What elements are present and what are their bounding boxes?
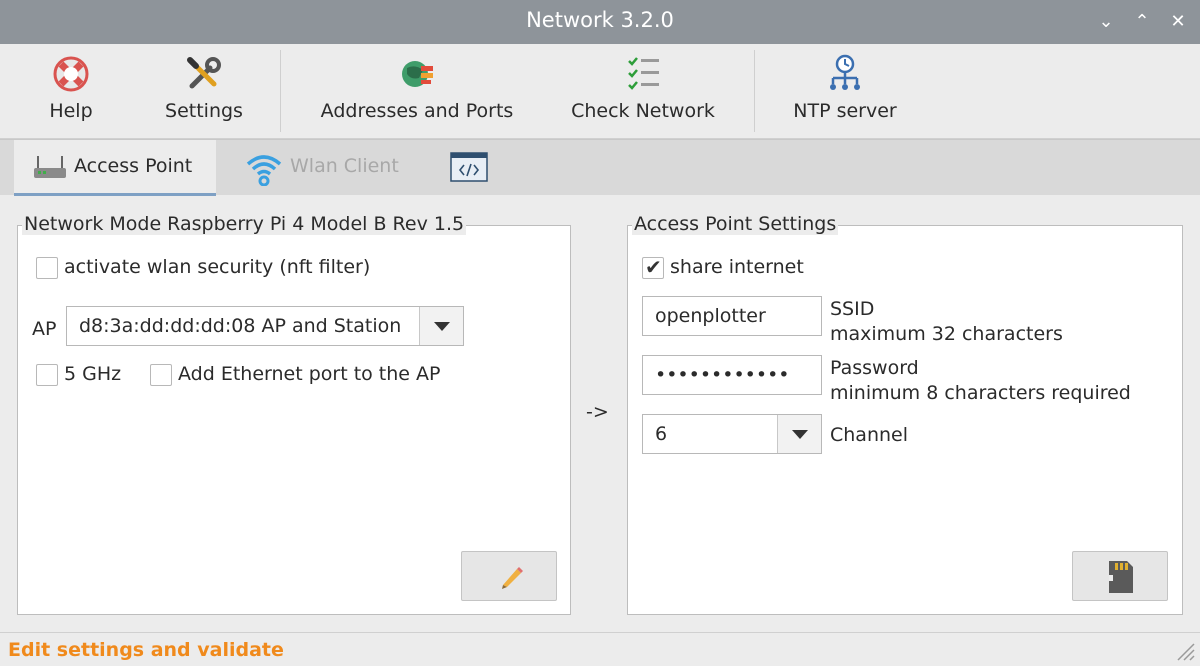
minimize-icon[interactable]: ⌄: [1092, 8, 1120, 36]
pencil-icon: [502, 567, 523, 589]
chevron-down-icon[interactable]: [777, 415, 821, 453]
title-bar: Network 3.2.0 ⌄ ⌃ ✕: [0, 0, 1200, 44]
share-internet-label: share internet: [670, 256, 804, 278]
tab-wlan-client[interactable]: Wlan Client: [232, 140, 422, 196]
ap-settings-group: Access Point Settings share internet ope…: [627, 213, 1183, 615]
help-label: Help: [49, 100, 93, 122]
password-label: Password: [830, 357, 919, 379]
wlan-security-label: activate wlan security (nft filter): [64, 256, 371, 278]
toolbar: Help Settings Addresses and Ports Check …: [0, 44, 1200, 139]
ap-settings-legend: Access Point Settings: [632, 213, 839, 235]
help-icon: [53, 56, 89, 92]
ap-select-value: d8:3a:dd:dd:dd:08 AP and Station: [79, 315, 402, 337]
help-button[interactable]: Help: [30, 54, 112, 134]
close-icon[interactable]: ✕: [1164, 8, 1192, 36]
ap-select[interactable]: d8:3a:dd:dd:dd:08 AP and Station: [66, 306, 464, 346]
ssid-input[interactable]: openplotter: [642, 296, 822, 336]
password-hint: minimum 8 characters required: [830, 382, 1131, 404]
globe-network-icon: [402, 61, 433, 87]
router-icon: [34, 156, 66, 178]
tab-access-point[interactable]: Access Point: [14, 140, 216, 196]
ssid-hint: maximum 32 characters: [830, 323, 1063, 345]
share-internet-checkbox[interactable]: [642, 255, 664, 279]
channel-label: Channel: [830, 424, 909, 446]
chevron-down-icon[interactable]: [419, 307, 463, 345]
wifi-icon: [246, 155, 282, 186]
network-mode-group: Network Mode Raspberry Pi 4 Model B Rev …: [17, 213, 571, 615]
ethernet-ap-label: Add Ethernet port to the AP: [178, 363, 441, 385]
ssid-label: SSID: [830, 298, 875, 320]
ap-label: AP: [32, 318, 57, 340]
wrench-screwdriver-icon: [187, 57, 221, 89]
channel-select[interactable]: 6: [642, 414, 822, 454]
tab-code[interactable]: [440, 140, 498, 196]
channel-select-value: 6: [655, 423, 668, 445]
5ghz-checkbox[interactable]: [36, 364, 58, 386]
window-title: Network 3.2.0: [526, 8, 674, 32]
sd-card-icon: [1109, 561, 1133, 593]
tab-access-point-label: Access Point: [74, 155, 193, 177]
tab-wlan-client-label: Wlan Client: [290, 155, 399, 177]
tab-bar: Access Point Wlan Client: [0, 139, 1200, 196]
5ghz-label: 5 GHz: [64, 363, 122, 385]
arrow-label: ->: [586, 401, 609, 423]
resize-grip-icon[interactable]: [1174, 640, 1196, 662]
addresses-ports-label: Addresses and Ports: [320, 100, 514, 122]
maximize-icon[interactable]: ⌃: [1128, 8, 1156, 36]
clock-network-icon: [830, 54, 860, 90]
status-message: Edit settings and validate: [8, 639, 284, 661]
network-mode-legend: Network Mode Raspberry Pi 4 Model B Rev …: [22, 213, 467, 235]
status-bar: Edit settings and validate: [0, 632, 1200, 666]
settings-label: Settings: [165, 100, 243, 122]
toolbar-separator: [754, 50, 755, 132]
toolbar-separator: [280, 50, 281, 132]
settings-button[interactable]: Settings: [158, 54, 250, 134]
check-network-label: Check Network: [571, 100, 715, 122]
ntp-server-label: NTP server: [793, 100, 897, 122]
wlan-security-checkbox[interactable]: [36, 257, 58, 279]
ethernet-ap-checkbox[interactable]: [150, 364, 172, 386]
apply-button[interactable]: [1072, 551, 1168, 601]
checklist-icon: [628, 57, 659, 90]
addresses-ports-button[interactable]: Addresses and Ports: [312, 54, 522, 134]
ntp-server-button[interactable]: NTP server: [786, 54, 904, 134]
edit-button[interactable]: [461, 551, 557, 601]
code-window-icon: [450, 152, 488, 182]
password-input[interactable]: ••••••••••••: [642, 355, 822, 395]
check-network-button[interactable]: Check Network: [562, 54, 724, 134]
access-point-panel: Network Mode Raspberry Pi 4 Model B Rev …: [0, 196, 1200, 630]
